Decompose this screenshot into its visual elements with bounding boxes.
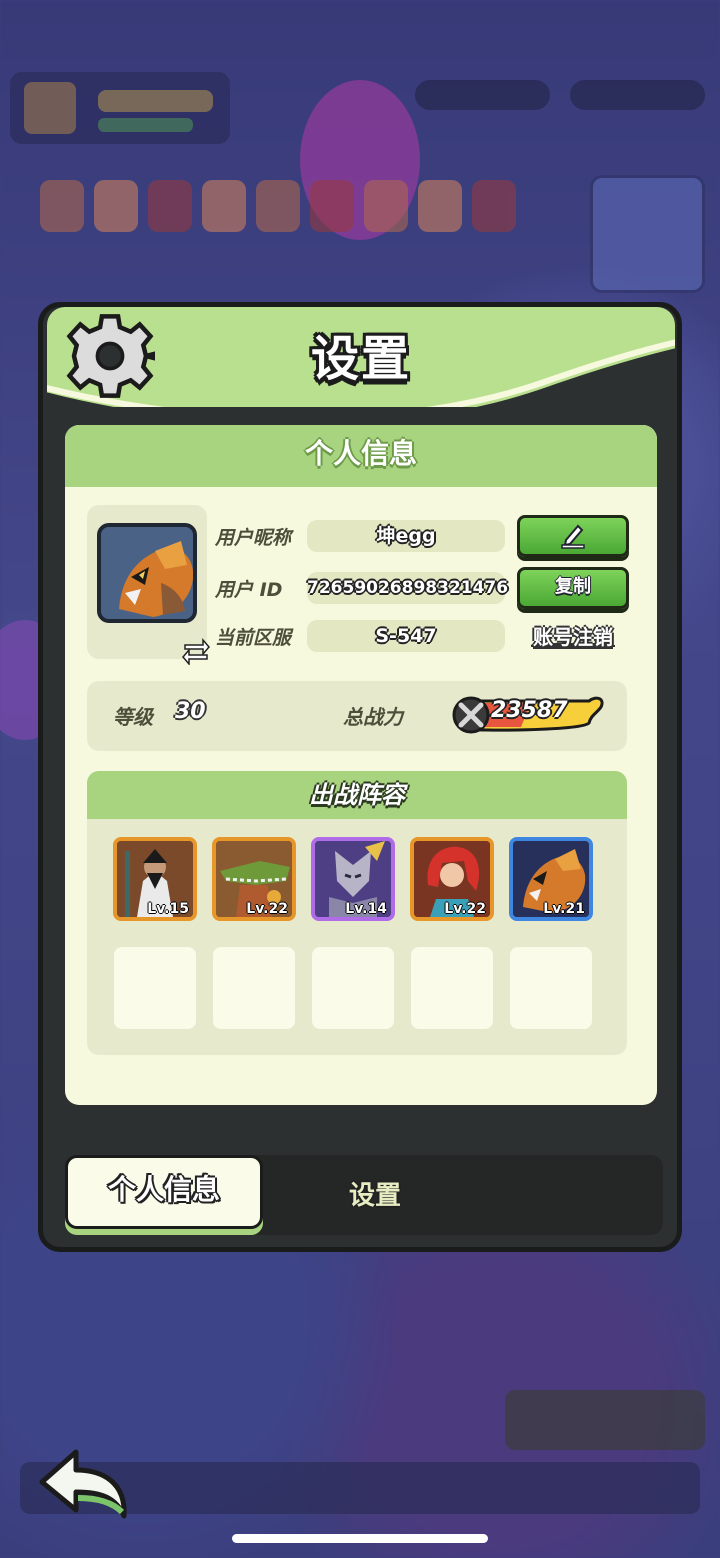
nickname-value: 坤egg xyxy=(307,520,505,552)
settings-dialog: 设置 个人信息 用户昵称 坤egg 用户 ID 7265902689832147… xyxy=(38,302,682,1252)
dialog-title: 设置 xyxy=(310,331,411,387)
battle-lineup: 出战阵容 Lv.15 Lv.22 Lv.14 Lv.22 Lv.21 xyxy=(87,771,627,1055)
nickname-row: 用户昵称 坤egg xyxy=(215,519,505,553)
avatar[interactable] xyxy=(97,523,197,623)
server-label: 当前区服 xyxy=(215,626,292,649)
back-arrow-icon[interactable] xyxy=(36,1448,132,1520)
empty-hero-slot[interactable] xyxy=(312,947,394,1029)
hero-level: Lv.15 xyxy=(147,901,189,917)
hero-slot-2[interactable]: Lv.22 xyxy=(212,837,296,921)
background-resource-bar xyxy=(570,80,705,110)
hero-level: Lv.21 xyxy=(543,901,585,917)
dialog-header: 设置 xyxy=(47,307,675,407)
nickname-label: 用户昵称 xyxy=(215,526,292,549)
swap-avatar-icon[interactable] xyxy=(181,635,211,665)
empty-hero-slot[interactable] xyxy=(114,947,196,1029)
edit-nickname-button[interactable] xyxy=(517,515,629,557)
copy-id-button[interactable]: 复制 xyxy=(517,567,629,609)
stats-bar: 等级 30 总战力 23587 xyxy=(87,681,627,751)
user-id-label: 用户 ID xyxy=(215,578,283,601)
power-value: 23587 xyxy=(491,698,568,723)
hero-portrait-icon xyxy=(101,527,193,619)
empty-hero-slot[interactable] xyxy=(510,947,592,1029)
power-label: 总战力 xyxy=(343,705,403,729)
hero-level: Lv.22 xyxy=(444,901,486,917)
tab-settings[interactable]: 设置 xyxy=(315,1175,435,1212)
home-indicator xyxy=(232,1534,488,1543)
level-label: 等级 xyxy=(113,705,153,729)
server-value: S-547 xyxy=(307,620,505,652)
hero-slot-5[interactable]: Lv.21 xyxy=(509,837,593,921)
level-value: 30 xyxy=(175,699,206,724)
background-minimap xyxy=(590,175,705,293)
background-player-hud xyxy=(10,72,230,144)
empty-hero-slot[interactable] xyxy=(213,947,295,1029)
edit-pencil-icon xyxy=(561,524,585,549)
avatar-card xyxy=(87,505,210,665)
tab-personal-info[interactable]: 个人信息 xyxy=(65,1155,263,1229)
empty-hero-slot[interactable] xyxy=(411,947,493,1029)
hero-slot-1[interactable]: Lv.15 xyxy=(113,837,197,921)
background-quest-panel xyxy=(505,1390,705,1450)
background-resource-bar xyxy=(415,80,550,110)
server-row: 当前区服 S-547 xyxy=(215,619,505,653)
hero-level: Lv.22 xyxy=(246,901,288,917)
delete-account-link[interactable]: 账号注销 xyxy=(523,621,623,650)
profile-panel: 个人信息 用户昵称 坤egg 用户 ID 72659026898321476 复… xyxy=(65,425,657,1105)
bottom-tab-bar: 个人信息 设置 xyxy=(65,1155,663,1235)
hero-slot-4[interactable]: Lv.22 xyxy=(410,837,494,921)
lineup-title: 出战阵容 xyxy=(87,771,627,819)
hero-level: Lv.14 xyxy=(345,901,387,917)
user-id-value: 72659026898321476 xyxy=(307,572,508,604)
profile-section-title: 个人信息 xyxy=(65,425,657,487)
user-id-row: 用户 ID 72659026898321476 xyxy=(215,571,508,605)
background-event-icons xyxy=(40,180,516,232)
hero-slot-3[interactable]: Lv.14 xyxy=(311,837,395,921)
